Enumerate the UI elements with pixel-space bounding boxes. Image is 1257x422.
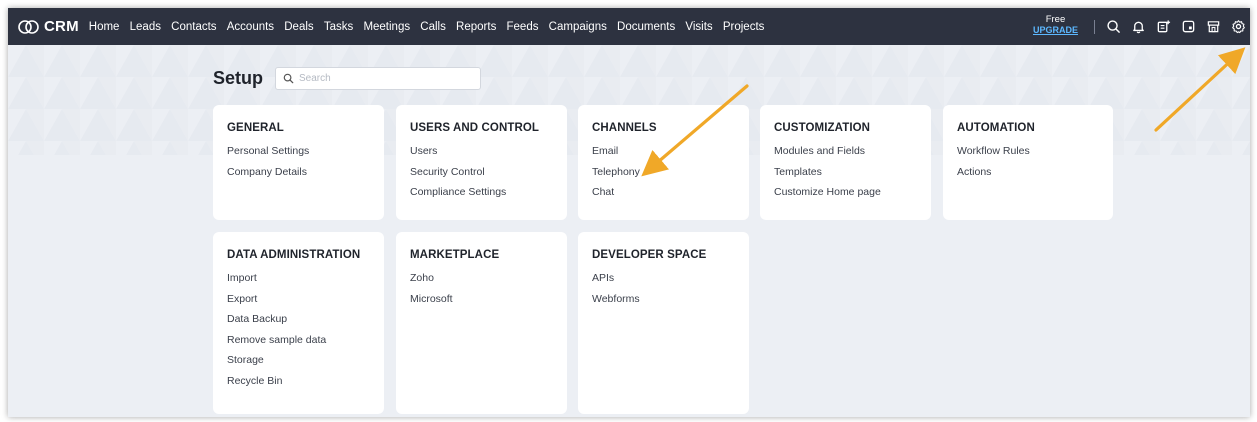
link-personal-settings[interactable]: Personal Settings: [227, 145, 370, 157]
section-title: MARKETPLACE: [410, 249, 500, 261]
nav-reports[interactable]: Reports: [456, 21, 496, 33]
add-note-icon[interactable]: [1155, 19, 1171, 35]
nav-documents[interactable]: Documents: [617, 21, 675, 33]
nav-projects[interactable]: Projects: [723, 21, 765, 33]
section-title: USERS AND CONTROL: [410, 122, 540, 134]
section-card-customization: CUSTOMIZATION Modules and Fields Templat…: [760, 105, 931, 220]
section-card-channels: CHANNELS Email Telephony Chat: [578, 105, 749, 220]
nav-deals[interactable]: Deals: [284, 21, 313, 33]
section-card-users-and-control: USERS AND CONTROL Users Security Control…: [396, 105, 567, 220]
nav-campaigns[interactable]: Campaigns: [549, 21, 607, 33]
link-data-backup[interactable]: Data Backup: [227, 313, 370, 325]
section-card-automation: AUTOMATION Workflow Rules Actions: [943, 105, 1113, 220]
link-users[interactable]: Users: [410, 145, 553, 157]
nav-meetings[interactable]: Meetings: [363, 21, 410, 33]
section-card-developer-space: DEVELOPER SPACE APIs Webforms: [578, 232, 749, 414]
link-security-control[interactable]: Security Control: [410, 166, 553, 178]
search-icon: [283, 73, 294, 84]
toolbar-icons: [1096, 8, 1246, 45]
app-window: CRM Home Leads Contacts Accounts Deals T…: [8, 8, 1250, 417]
nav-leads[interactable]: Leads: [130, 21, 161, 33]
link-import[interactable]: Import: [227, 272, 370, 284]
page-title: Setup: [213, 68, 264, 88]
link-chat[interactable]: Chat: [592, 186, 735, 198]
link-actions[interactable]: Actions: [957, 166, 1099, 178]
top-navigation-bar: CRM Home Leads Contacts Accounts Deals T…: [8, 8, 1250, 45]
link-telephony[interactable]: Telephony: [592, 166, 735, 178]
link-modules-and-fields[interactable]: Modules and Fields: [774, 145, 917, 157]
toolbar-divider: [1094, 20, 1095, 34]
link-zoho[interactable]: Zoho: [410, 272, 553, 284]
link-storage[interactable]: Storage: [227, 354, 370, 366]
nav-contacts[interactable]: Contacts: [171, 21, 216, 33]
link-email[interactable]: Email: [592, 145, 735, 157]
link-compliance-settings[interactable]: Compliance Settings: [410, 186, 553, 198]
search-icon[interactable]: [1105, 19, 1121, 35]
link-company-details[interactable]: Company Details: [227, 166, 370, 178]
link-webforms[interactable]: Webforms: [592, 293, 735, 305]
nav-tasks[interactable]: Tasks: [324, 21, 353, 33]
section-title: CHANNELS: [592, 122, 657, 134]
marketplace-icon[interactable]: [1205, 19, 1221, 35]
search-input[interactable]: [299, 73, 469, 84]
upgrade-link[interactable]: UPGRADE: [1033, 25, 1078, 36]
section-title: AUTOMATION: [957, 122, 1035, 134]
nav-home[interactable]: Home: [89, 21, 120, 33]
link-apis[interactable]: APIs: [592, 272, 735, 284]
plan-info: Free UPGRADE: [1033, 14, 1078, 36]
link-remove-sample-data[interactable]: Remove sample data: [227, 334, 370, 346]
nav-accounts[interactable]: Accounts: [227, 21, 274, 33]
brand-name: CRM: [44, 18, 79, 35]
link-customize-home-page[interactable]: Customize Home page: [774, 186, 917, 198]
section-title: GENERAL: [227, 122, 284, 134]
main-nav: Home Leads Contacts Accounts Deals Tasks…: [89, 21, 775, 33]
nav-feeds[interactable]: Feeds: [507, 21, 539, 33]
crm-logo-icon: [18, 19, 39, 34]
section-title: DATA ADMINISTRATION: [227, 249, 361, 261]
link-export[interactable]: Export: [227, 293, 370, 305]
calendar-icon[interactable]: [1180, 19, 1196, 35]
section-title: CUSTOMIZATION: [774, 122, 871, 134]
section-card-general: GENERAL Personal Settings Company Detail…: [213, 105, 384, 220]
nav-visits[interactable]: Visits: [685, 21, 712, 33]
brand[interactable]: CRM: [18, 18, 79, 35]
setup-search[interactable]: [275, 67, 481, 90]
settings-icon[interactable]: [1230, 19, 1246, 35]
nav-calls[interactable]: Calls: [420, 21, 446, 33]
section-title: DEVELOPER SPACE: [592, 249, 707, 261]
link-recycle-bin[interactable]: Recycle Bin: [227, 375, 370, 387]
section-card-marketplace: MARKETPLACE Zoho Microsoft: [396, 232, 567, 414]
link-workflow-rules[interactable]: Workflow Rules: [957, 145, 1099, 157]
bell-icon[interactable]: [1130, 19, 1146, 35]
plan-label: Free: [1045, 14, 1066, 25]
link-microsoft[interactable]: Microsoft: [410, 293, 553, 305]
link-templates[interactable]: Templates: [774, 166, 917, 178]
section-card-data-administration: DATA ADMINISTRATION Import Export Data B…: [213, 232, 384, 414]
